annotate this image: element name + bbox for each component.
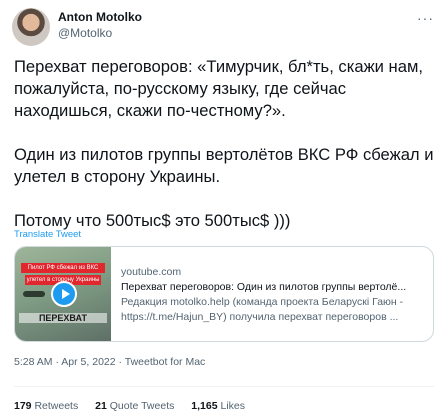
tweet-time[interactable]: 5:28 AM: [14, 356, 53, 368]
tweet-paragraph-1: Перехват переговоров: «Тимурчик, бл*ть, …: [14, 57, 423, 120]
quote-tweets-stat[interactable]: 21 Quote Tweets: [95, 400, 174, 412]
likes-stat[interactable]: 1,165 Likes: [191, 400, 245, 412]
tweet-meta: 5:28 AM · Apr 5, 2022 · Tweetbot for Mac: [14, 356, 205, 368]
thumbnail-caption: ПЕРЕХВАТ: [19, 313, 107, 323]
author-handle[interactable]: @Motolko: [58, 26, 112, 40]
tweet-paragraph-2: Один из пилотов группы вертолётов ВКС РФ…: [14, 145, 434, 186]
likes-label: Likes: [220, 400, 246, 412]
divider: [14, 386, 434, 387]
more-icon[interactable]: ···: [417, 10, 434, 26]
tweet-text: Перехват переговоров: «Тимурчик, бл*ть, …: [14, 56, 434, 254]
helicopter-icon: [23, 291, 45, 297]
play-icon[interactable]: [51, 281, 77, 307]
card-description: Редакция motolko.help (команда проекта Б…: [121, 296, 404, 323]
tweet-source[interactable]: Tweetbot for Mac: [125, 356, 206, 368]
retweets-stat[interactable]: 179 Retweets: [14, 400, 78, 412]
quotes-label: Quote Tweets: [109, 400, 175, 412]
card-body: youtube.com Перехват переговоров: Один и…: [121, 265, 427, 325]
video-thumbnail[interactable]: Пилот РФ сбежал из ВКС улетел в сторону …: [15, 247, 111, 341]
retweets-count: 179: [14, 400, 32, 412]
card-title: Перехват переговоров: Один из пилотов гр…: [121, 281, 407, 293]
quotes-count: 21: [95, 400, 107, 412]
card-domain: youtube.com: [121, 266, 182, 278]
link-card[interactable]: Пилот РФ сбежал из ВКС улетел в сторону …: [14, 246, 434, 342]
tweet-date[interactable]: Apr 5, 2022: [61, 356, 115, 368]
avatar[interactable]: [12, 8, 50, 46]
thumbnail-banner-1: Пилот РФ сбежал из ВКС: [21, 263, 105, 273]
likes-count: 1,165: [191, 400, 218, 412]
translate-tweet-link[interactable]: Translate Tweet: [14, 229, 81, 240]
author-name[interactable]: Anton Motolko: [58, 10, 142, 24]
tweet-stats: 179 Retweets 21 Quote Tweets 1,165 Likes: [14, 400, 259, 412]
retweets-label: Retweets: [34, 400, 79, 412]
tweet: Anton Motolko @Motolko ··· Перехват пере…: [0, 0, 448, 419]
